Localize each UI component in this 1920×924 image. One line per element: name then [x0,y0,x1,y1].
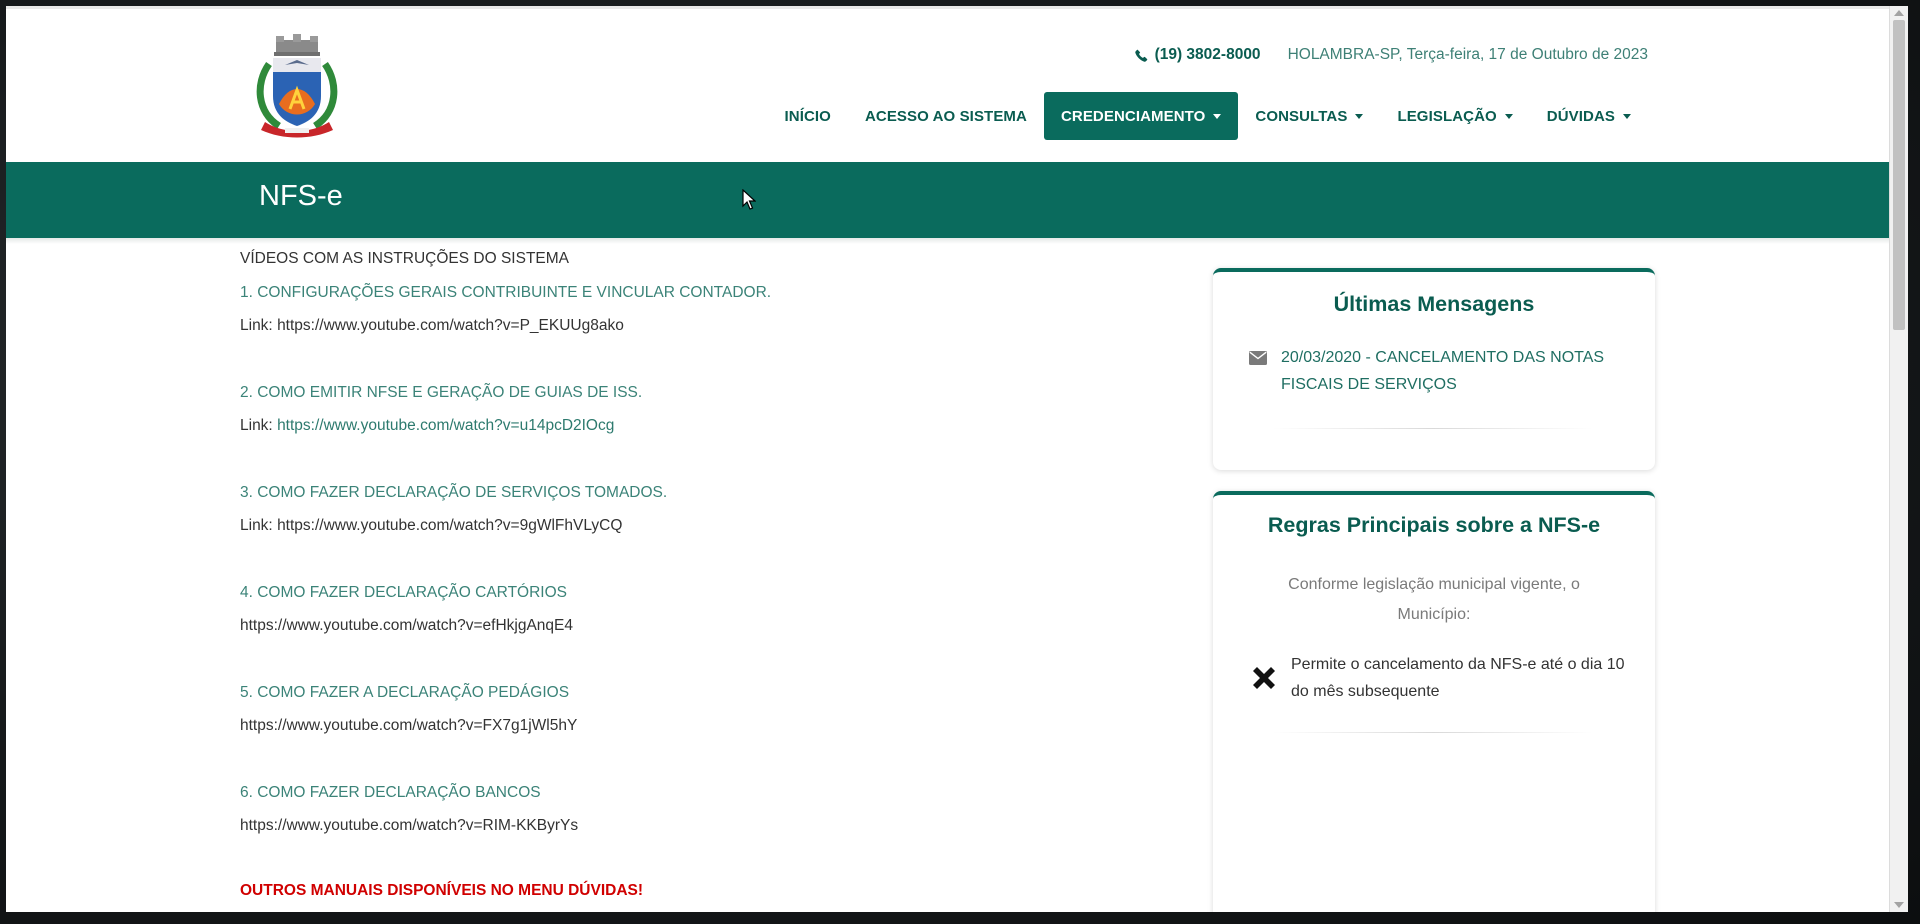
link-prefix: Link: [240,417,278,434]
phone-icon [1134,49,1147,62]
browser-window: (19) 3802-8000 HOLAMBRA-SP, Terça-feira,… [6,6,1908,912]
link-prefix: Link: [240,317,278,334]
nav-label: LEGISLAÇÃO [1397,107,1497,125]
video-url-4[interactable]: https://www.youtube.com/watch?v=efHkjgAn… [240,617,573,634]
phone-number[interactable]: (19) 3802-8000 [1134,46,1261,64]
card-divider [1273,732,1593,733]
nav-label: CREDENCIAMENTO [1060,107,1206,125]
scroll-thumb[interactable] [1893,20,1905,330]
video-url-1[interactable]: https://www.youtube.com/watch?v=P_EKUUg8… [277,317,624,334]
contact-info: (19) 3802-8000 HOLAMBRA-SP, Terça-feira,… [1134,46,1648,64]
video-url-2[interactable]: https://www.youtube.com/watch?v=u14pcD2I… [277,417,614,434]
location-date: HOLAMBRA-SP, Terça-feira, 17 de Outubro … [1287,46,1648,63]
nav-label: DÚVIDAS [1546,107,1615,125]
rule-item: Permite o cancelamento da NFS-e até o di… [1249,651,1629,705]
video-title-1: 1. CONFIGURAÇÕES GERAIS CONTRIBUINTE E V… [240,284,772,301]
video-title-3: 3. COMO FAZER DECLARAÇÃO DE SERVIÇOS TOM… [240,484,668,501]
rules-intro: Conforme legislação municipal vigente, o… [1288,576,1580,623]
main-rules-title: Regras Principais sobre a NFS-e [1267,513,1601,537]
video-link-line-4: https://www.youtube.com/watch?v=efHkjgAn… [240,617,573,635]
video-url-6[interactable]: https://www.youtube.com/watch?v=RIM-KKBy… [240,817,578,834]
card-divider [1273,428,1593,429]
page-title: NFS-e [259,180,343,212]
caret-down-icon [1623,113,1631,119]
mouse-cursor-icon [742,189,756,210]
caret-down-icon [1355,113,1364,119]
video-link-line-1: Link: https://www.youtube.com/watch?v=P_… [240,317,624,335]
nav-acesso-ao-sistema[interactable]: ACESSO AO SISTEMA [848,92,1044,140]
page-title-band: NFS-e [6,162,1890,238]
message-text: 20/03/2020 - CANCELAMENTO DAS NOTAS FISC… [1281,349,1605,393]
caret-down-icon [1504,113,1513,119]
scroll-up-icon[interactable] [1894,10,1904,16]
city-coat-of-arms-logo[interactable] [249,34,345,138]
message-item[interactable]: 20/03/2020 - CANCELAMENTO DAS NOTAS FISC… [1249,344,1629,398]
videos-heading: VÍDEOS COM AS INSTRUÇÕES DO SISTEMA [240,250,569,267]
nav-label: CONSULTAS [1255,107,1348,125]
video-link-line-2: Link: https://www.youtube.com/watch?v=u1… [240,417,614,435]
video-title-6: 6. COMO FAZER DECLARAÇÃO BANCOS [240,784,541,801]
nav-label: ACESSO AO SISTEMA [864,107,1027,125]
nav-inicio[interactable]: INÍCIO [768,92,848,140]
title-band-shadow [6,238,1890,244]
other-manuals-notice: OUTROS MANUAIS DISPONÍVEIS NO MENU DÚVID… [240,882,644,899]
nav-label: INÍCIO [784,107,831,125]
main-navigation: INÍCIO ACESSO AO SISTEMA CREDENCIAMENTO … [768,92,1648,140]
link-prefix: Link: [240,517,278,534]
video-title-4: 4. COMO FAZER DECLARAÇÃO CARTÓRIOS [240,584,567,601]
video-link-line-3: Link: https://www.youtube.com/watch?v=9g… [240,517,622,535]
nav-consultas[interactable]: CONSULTAS [1238,92,1380,140]
scroll-down-icon[interactable] [1894,902,1904,908]
nav-duvidas[interactable]: DÚVIDAS [1530,92,1648,140]
site-header: (19) 3802-8000 HOLAMBRA-SP, Terça-feira,… [6,6,1890,162]
coat-of-arms-icon [256,34,338,138]
latest-messages-card: Últimas Mensagens 20/03/2020 - CANCELAME… [1213,268,1655,470]
envelope-icon [1249,351,1267,365]
nav-credenciamento[interactable]: CREDENCIAMENTO [1043,92,1239,140]
main-rules-card: Regras Principais sobre a NFS-e Conforme… [1213,491,1655,912]
caret-down-icon [1213,113,1222,119]
cross-icon [1253,667,1275,689]
video-link-line-5: https://www.youtube.com/watch?v=FX7g1jWl… [240,717,577,735]
rule-text: Permite o cancelamento da NFS-e até o di… [1291,656,1625,700]
video-url-5[interactable]: https://www.youtube.com/watch?v=FX7g1jWl… [240,717,577,734]
nav-legislacao[interactable]: LEGISLAÇÃO [1380,92,1529,140]
page-viewport: (19) 3802-8000 HOLAMBRA-SP, Terça-feira,… [6,6,1890,912]
video-title-2: 2. COMO EMITIR NFSE E GERAÇÃO DE GUIAS D… [240,384,643,401]
video-url-3[interactable]: https://www.youtube.com/watch?v=9gWlFhVL… [277,517,622,534]
latest-messages-title: Últimas Mensagens [1333,292,1535,316]
phone-text: (19) 3802-8000 [1154,46,1261,63]
vertical-scrollbar[interactable] [1889,6,1908,912]
video-link-line-6: https://www.youtube.com/watch?v=RIM-KKBy… [240,817,578,835]
video-title-5: 5. COMO FAZER A DECLARAÇÃO PEDÁGIOS [240,684,570,701]
